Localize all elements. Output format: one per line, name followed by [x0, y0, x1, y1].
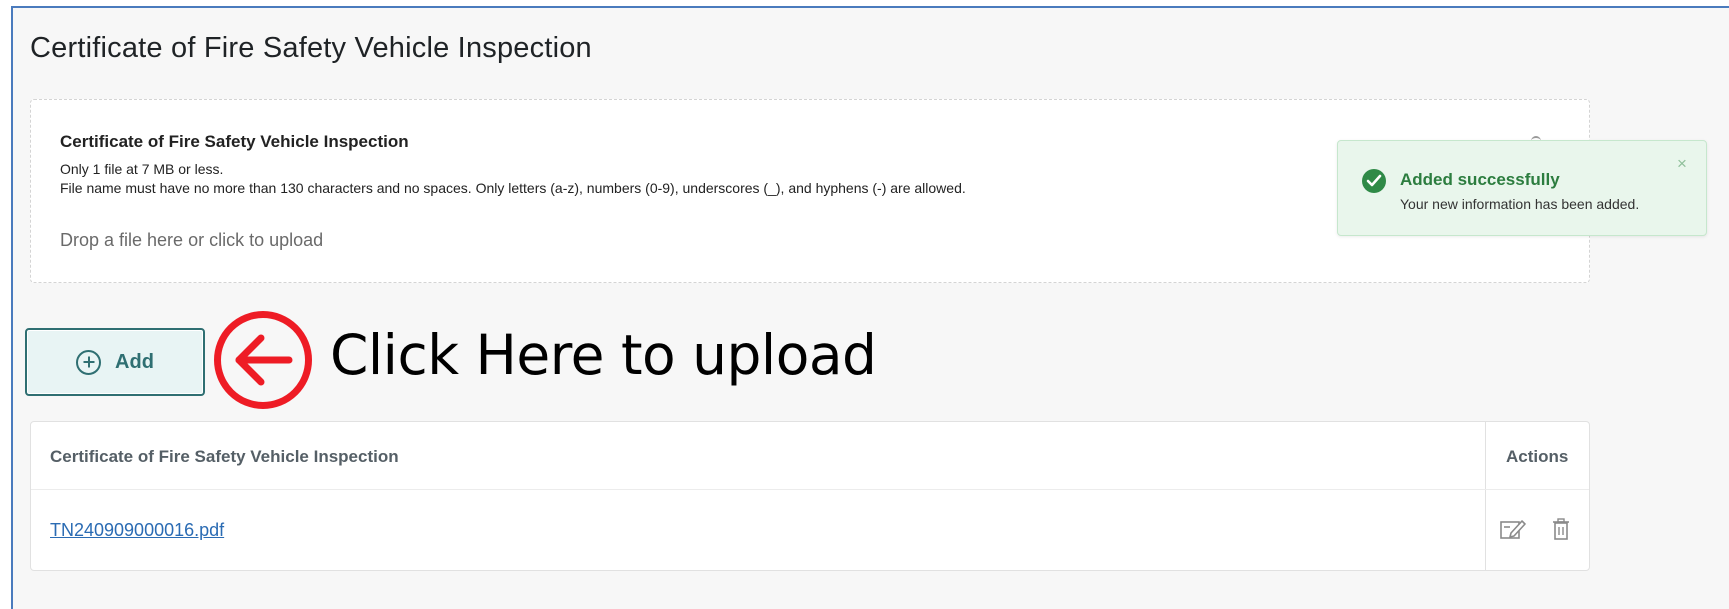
table-header-file: Certificate of Fire Safety Vehicle Inspe… — [50, 447, 399, 466]
trash-icon[interactable] — [1552, 518, 1570, 545]
table-header-actions: Actions — [1506, 447, 1569, 466]
add-button[interactable]: Add — [25, 328, 205, 396]
upload-rule-filename: File name must have no more than 130 cha… — [60, 180, 966, 196]
annotation-text: Click Here to upload — [330, 323, 877, 387]
drop-file-prompt[interactable]: Drop a file here or click to upload — [60, 230, 323, 251]
toast-title: Added successfully — [1400, 170, 1560, 189]
table-header-divider — [31, 489, 1589, 490]
edit-icon[interactable] — [1500, 518, 1526, 545]
success-toast: Added successfully Your new information … — [1337, 140, 1707, 236]
close-icon[interactable]: × — [1677, 155, 1687, 172]
toast-message: Your new information has been added. — [1400, 196, 1640, 212]
file-link[interactable]: TN240909000016.pdf — [50, 520, 224, 541]
table-column-divider — [1485, 422, 1486, 570]
files-table: Certificate of Fire Safety Vehicle Inspe… — [30, 421, 1590, 571]
left-arrow-icon — [235, 334, 293, 386]
check-circle-icon — [1362, 169, 1386, 193]
page-title: Certificate of Fire Safety Vehicle Inspe… — [30, 32, 592, 64]
add-button-label: Add — [115, 350, 154, 373]
upload-title: Certificate of Fire Safety Vehicle Inspe… — [60, 132, 409, 151]
plus-circle-icon — [76, 349, 102, 375]
upload-rule-size: Only 1 file at 7 MB or less. — [60, 161, 224, 177]
annotation-circle — [214, 311, 312, 409]
